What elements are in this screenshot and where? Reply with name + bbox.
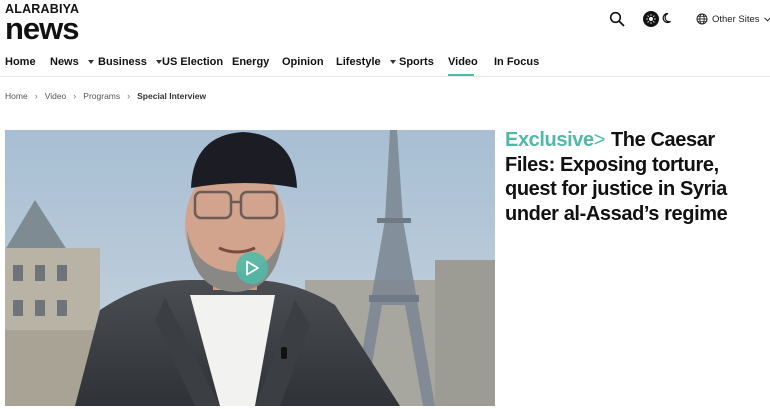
chevron-down-icon <box>763 16 770 22</box>
play-icon <box>246 260 259 276</box>
moon-icon <box>662 12 671 24</box>
dropdown-caret-icon <box>389 60 396 64</box>
dropdown-caret-icon <box>87 60 94 64</box>
video-player[interactable] <box>5 130 495 406</box>
nav-item-energy[interactable]: Energy <box>232 56 269 68</box>
nav-item-home[interactable]: Home <box>5 56 36 68</box>
nav-item-opinion[interactable]: Opinion <box>282 56 324 68</box>
exclusive-tag[interactable]: Exclusive <box>505 129 594 151</box>
nav-item-label: Sports <box>399 56 434 68</box>
other-sites-label: Other Sites <box>712 13 760 25</box>
breadcrumb-current: Special Interview <box>137 91 207 101</box>
other-sites-menu[interactable]: Other Sites <box>696 11 770 27</box>
nav-item-label: In Focus <box>494 56 540 68</box>
nav-item-sports[interactable]: Sports <box>399 56 434 68</box>
nav-item-label: Lifestyle <box>336 56 381 68</box>
breadcrumb-programs[interactable]: Programs <box>83 91 120 101</box>
breadcrumb-separator-icon: › <box>73 91 77 101</box>
theme-toggle-knob <box>643 11 659 27</box>
nav-item-lifestyle[interactable]: Lifestyle <box>336 56 396 68</box>
play-button[interactable] <box>236 252 268 284</box>
alarabiya-logo[interactable]: ALARABIYA news <box>5 3 85 44</box>
breadcrumb-home[interactable]: Home <box>5 91 28 101</box>
breadcrumb-separator-icon: › <box>34 91 38 101</box>
nav-item-label: Opinion <box>282 56 324 68</box>
nav-item-label: News <box>50 56 79 68</box>
nav-item-us-election[interactable]: US Election <box>162 56 223 68</box>
nav-item-in-focus[interactable]: In Focus <box>494 56 539 68</box>
globe-icon <box>696 13 708 25</box>
tag-chevron-icon: > <box>593 129 606 151</box>
nav-item-video[interactable]: Video <box>448 56 478 68</box>
theme-toggle[interactable] <box>643 10 677 28</box>
nav-item-label: Business <box>98 56 147 68</box>
nav-item-business[interactable]: Business <box>98 56 162 68</box>
main-nav: Home News Business US Election Energy Op… <box>0 48 770 77</box>
breadcrumb-separator-icon: › <box>127 91 131 101</box>
nav-item-news[interactable]: News <box>50 56 94 68</box>
article-headline: Exclusive> The Caesar Files: Exposing tor… <box>505 128 767 226</box>
nav-item-label: Video <box>448 56 478 68</box>
search-icon <box>609 11 625 27</box>
search-button[interactable] <box>609 11 625 27</box>
nav-active-indicator <box>448 74 474 76</box>
logo-wordmark-bottom: news <box>5 10 80 46</box>
breadcrumb-video[interactable]: Video <box>45 91 67 101</box>
nav-item-label: Home <box>5 56 36 68</box>
sun-icon <box>646 14 656 24</box>
nav-item-label: Energy <box>232 56 270 68</box>
nav-item-label: US Election <box>162 56 224 68</box>
top-bar: ALARABIYA news Other Sites <box>0 0 770 46</box>
breadcrumb: Home › Video › Programs › Special Interv… <box>5 90 206 102</box>
